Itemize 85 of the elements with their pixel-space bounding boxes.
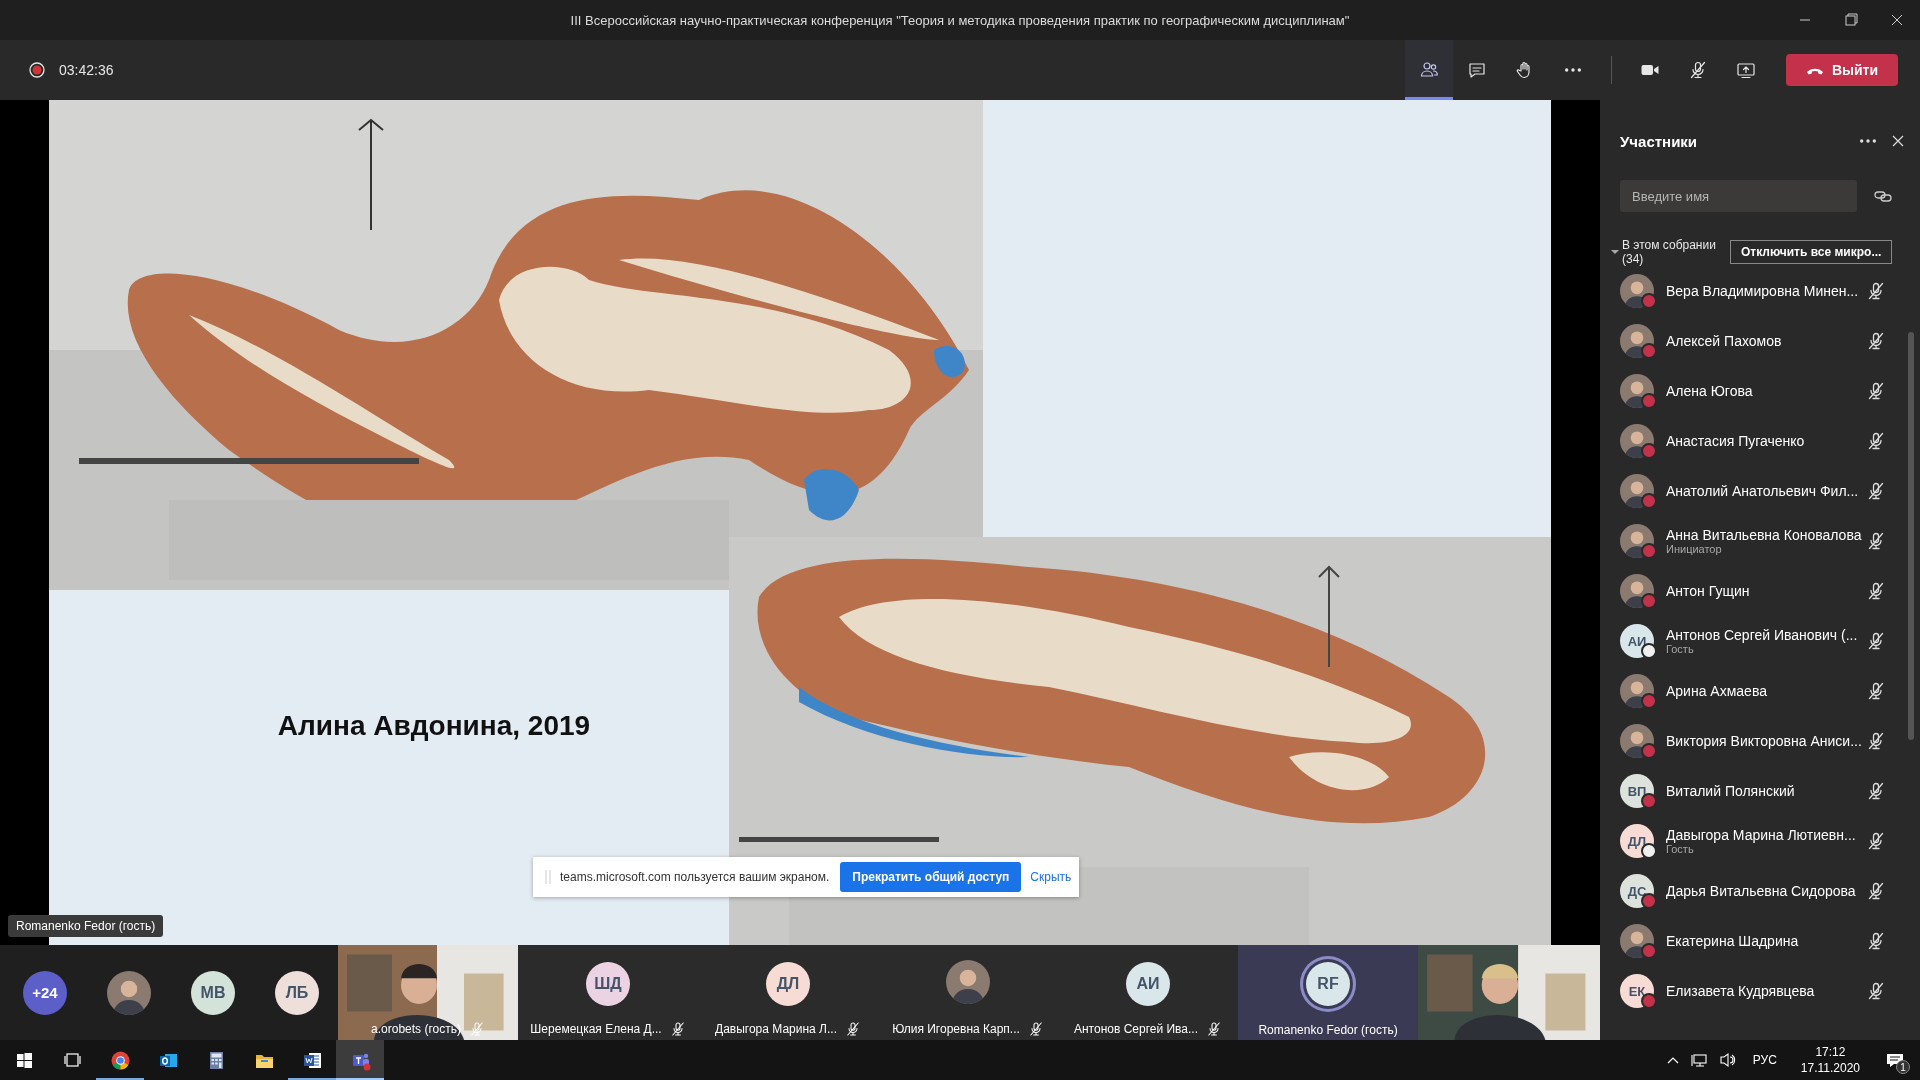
participant-role: Гость: [1666, 643, 1695, 655]
share-screen-icon: [1736, 60, 1756, 80]
avatar: ДС: [1620, 874, 1654, 908]
search-field[interactable]: Введите имя: [1620, 180, 1857, 212]
avatar: [1620, 674, 1654, 708]
participants-button[interactable]: [1405, 40, 1453, 100]
avatar: [1620, 274, 1654, 308]
avatar: [1620, 474, 1654, 508]
avatar: ДЛ: [1620, 824, 1654, 858]
participant-item[interactable]: АИ Антонов Сергей Иванович (... Гость: [1620, 616, 1920, 666]
participant-item[interactable]: Арина Ахмаева: [1620, 666, 1920, 716]
participant-item[interactable]: Вера Владимировна Минен...: [1620, 266, 1920, 316]
clock-date: 17.11.2020: [1800, 1060, 1860, 1076]
participant-role: Гость: [1666, 843, 1695, 855]
chrome-icon: [109, 1049, 131, 1071]
speaker-label: Romanenko Fedor (гость): [8, 915, 164, 937]
avatar: RF: [1306, 961, 1350, 1006]
participant-name: Виктория Викторовна Аниси...: [1666, 733, 1863, 749]
participant-name: Юлия Игоревна Карп...: [892, 1022, 1020, 1036]
avatar: ДЛ: [766, 961, 810, 1006]
participant-name: Анастасия Пугаченко: [1666, 433, 1806, 449]
participant-name: Елизавета Кудрявцева: [1666, 983, 1816, 999]
participant-item[interactable]: Алена Югова: [1620, 366, 1920, 416]
participant-name: Давыгора Марина Лютиевн...: [1666, 827, 1857, 843]
meeting-timer: 03:42:36: [59, 62, 114, 78]
participant-item[interactable]: Анастасия Пугаченко: [1620, 416, 1920, 466]
participant-item[interactable]: Екатерина Шадрина: [1620, 916, 1920, 966]
leave-button[interactable]: Выйти: [1786, 54, 1898, 86]
participant-name: a.orobets (гость): [371, 1022, 461, 1036]
overflow-count[interactable]: +24: [23, 970, 67, 1015]
avatar: АИ: [1620, 624, 1654, 658]
participant-item[interactable]: ВП Виталий Полянский: [1620, 766, 1920, 816]
avatar: [1620, 424, 1654, 458]
notification-badge: 1: [1896, 1060, 1910, 1074]
participant-item[interactable]: Антон Гущин: [1620, 566, 1920, 616]
participant-name: Екатерина Шадрина: [1666, 933, 1800, 949]
mute-all-button[interactable]: Отключить все микро...: [1730, 240, 1893, 264]
more-icon: [1565, 68, 1581, 72]
participant-item[interactable]: ДС Дарья Витальевна Сидорова: [1620, 866, 1920, 916]
clock[interactable]: 17:12 17.11.2020: [1792, 1044, 1868, 1076]
avatar: ШД: [586, 961, 630, 1006]
avatar: [1620, 324, 1654, 358]
avatar: МВ: [191, 970, 235, 1015]
participant-item[interactable]: Виктория Викторовна Аниси...: [1620, 716, 1920, 766]
drag-handle-icon: [545, 869, 551, 885]
participant-item[interactable]: ДЛ Давыгора Марина Лютиевн... Гость: [1620, 816, 1920, 866]
participant-name: Шеремецкая Елена Д...: [530, 1022, 662, 1036]
avatar: [107, 970, 151, 1015]
volume-icon[interactable]: [1718, 1051, 1737, 1069]
participant-name: Антон Гущин: [1666, 583, 1751, 599]
participant-name: Анатолий Анатольевич Фил...: [1666, 483, 1860, 499]
participant-item[interactable]: Анна Витальевна Коновалова Инициатор: [1620, 516, 1920, 566]
participant-name: Алена Югова: [1666, 383, 1754, 399]
team-chat-app-button[interactable]: [336, 1040, 384, 1080]
input-language[interactable]: РУС: [1746, 1053, 1783, 1067]
chat-icon: [1467, 60, 1487, 80]
avatar: [946, 959, 990, 1004]
participants-icon: [1419, 60, 1439, 80]
participant-item[interactable]: Анатолий Анатольевич Фил...: [1620, 466, 1920, 516]
clock-time: 17:12: [1815, 1044, 1846, 1060]
participant-name: Дарья Витальевна Сидорова: [1666, 883, 1857, 899]
window-title: III Всероссийская научно-практическая конференция "Теория и методика проведения практик по географическим дисциплинам": [569, 12, 1351, 28]
participant-item[interactable]: ЕК Елизавета Кудрявцева: [1620, 966, 1920, 1016]
participant-name: Алексей Пахомов: [1666, 333, 1783, 349]
participant-name: Антонов Сергей Ива...: [1073, 1022, 1199, 1036]
participant-name: Давыгора Марина Л...: [715, 1022, 837, 1036]
panel-title: Участники: [1620, 132, 1699, 150]
mic-off-icon: [1688, 60, 1708, 80]
avatar: ЛБ: [275, 970, 319, 1015]
participant-name: Romanenko Fedor (гость): [1258, 1023, 1398, 1037]
participant-name: Анна Витальевна Коновалова: [1666, 527, 1863, 543]
avatar: АИ: [1126, 961, 1170, 1006]
participant-name: Антонов Сергей Иванович (...: [1666, 627, 1859, 643]
section-label: В этом собрании (34): [1622, 238, 1717, 266]
avatar: ЕК: [1620, 974, 1654, 1008]
participant-name: Виталий Полянский: [1666, 783, 1796, 799]
slide-caption: Алина Авдонина, 2019: [276, 710, 592, 742]
more-icon[interactable]: [1860, 139, 1876, 143]
participant-role: Инициатор: [1666, 543, 1723, 555]
participant-name: Арина Ахмаева: [1666, 683, 1768, 699]
participant-item[interactable]: Алексей Пахомов: [1620, 316, 1920, 366]
avatar: [1620, 924, 1654, 958]
network-icon[interactable]: [1690, 1052, 1709, 1068]
caret-icon[interactable]: [1610, 248, 1620, 256]
participant-name: Вера Владимировна Минен...: [1666, 283, 1860, 299]
